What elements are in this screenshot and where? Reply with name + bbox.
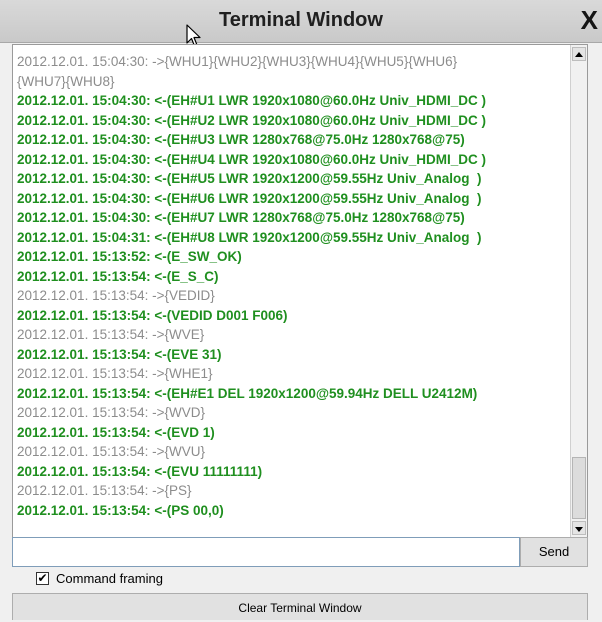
scroll-up-arrow-icon[interactable] (572, 47, 586, 61)
command-framing-checkbox[interactable]: ✔ (36, 572, 49, 585)
log-line-incoming: 2012.12.01. 15:13:54: <-(EVD 1) (17, 424, 215, 440)
log-line-outgoing: 2012.12.01. 15:13:54: ->{WVE} (17, 327, 205, 342)
triangle-down-icon (575, 527, 583, 532)
terminal-log-lines: 2012.12.01. 15:04:30: ->{WHU1}{WHU2}{WHU… (17, 52, 569, 520)
log-line-outgoing: 2012.12.01. 15:13:54: ->{VEDID} (17, 288, 215, 303)
triangle-up-icon (575, 52, 583, 57)
vertical-scrollbar[interactable] (570, 45, 587, 537)
command-framing-label: Command framing (56, 571, 163, 586)
scroll-thumb[interactable] (572, 457, 586, 519)
log-line-incoming: 2012.12.01. 15:13:54: <-(E_S_C) (17, 268, 219, 284)
log-line-incoming: 2012.12.01. 15:04:30: <-(EH#U6 LWR 1920x… (17, 190, 482, 206)
log-line-incoming: 2012.12.01. 15:13:54: <-(EH#E1 DEL 1920x… (17, 385, 478, 401)
log-line-incoming: 2012.12.01. 15:13:54: <-(PS 00,0) (17, 502, 224, 518)
window-title: Terminal Window (219, 9, 383, 31)
log-line-incoming: 2012.12.01. 15:13:54: <-(EVE 31) (17, 346, 222, 362)
log-line-outgoing: 2012.12.01. 15:13:54: ->{PS} (17, 483, 192, 498)
log-line-outgoing: 2012.12.01. 15:13:54: ->{WHE1} (17, 366, 213, 381)
log-line-incoming: 2012.12.01. 15:04:30: <-(EH#U3 LWR 1280x… (17, 132, 465, 147)
log-line-incoming: 2012.12.01. 15:13:52: <-(E_SW_OK) (17, 249, 242, 264)
command-input[interactable] (12, 537, 520, 567)
checkmark-icon: ✔ (37, 571, 48, 585)
log-line-incoming: 2012.12.01. 15:04:30: <-(EH#U2 LWR 1920x… (17, 112, 487, 128)
log-line-outgoing: 2012.12.01. 15:04:30: ->{WHU1}{WHU2}{WHU… (17, 54, 458, 89)
title-bar: Terminal Window X (0, 0, 602, 43)
clear-terminal-button[interactable]: Clear Terminal Window (12, 593, 588, 620)
log-line-incoming: 2012.12.01. 15:04:30: <-(EH#U1 LWR 1920x… (17, 93, 487, 108)
log-line-incoming: 2012.12.01. 15:13:54: <-(VEDID D001 F006… (17, 307, 288, 323)
log-line-outgoing: 2012.12.01. 15:13:54: ->{WVU} (17, 444, 206, 459)
log-line-incoming: 2012.12.01. 15:04:31: <-(EH#U8 LWR 1920x… (17, 229, 482, 245)
send-button[interactable]: Send (520, 537, 588, 567)
log-line-incoming: 2012.12.01. 15:04:30: <-(EH#U5 LWR 1920x… (17, 171, 482, 186)
log-line-incoming: 2012.12.01. 15:04:30: <-(EH#U4 LWR 1920x… (17, 151, 487, 167)
command-row: Send (12, 537, 588, 567)
log-line-outgoing: 2012.12.01. 15:13:54: ->{WVD} (17, 405, 206, 420)
close-button[interactable]: X (581, 5, 598, 36)
log-line-incoming: 2012.12.01. 15:13:54: <-(EVU 11111111) (17, 463, 263, 479)
scroll-down-arrow-icon[interactable] (572, 521, 586, 535)
terminal-log[interactable]: 2012.12.01. 15:04:30: ->{WHU1}{WHU2}{WHU… (12, 44, 588, 538)
log-line-incoming: 2012.12.01. 15:04:30: <-(EH#U7 LWR 1280x… (17, 210, 465, 225)
